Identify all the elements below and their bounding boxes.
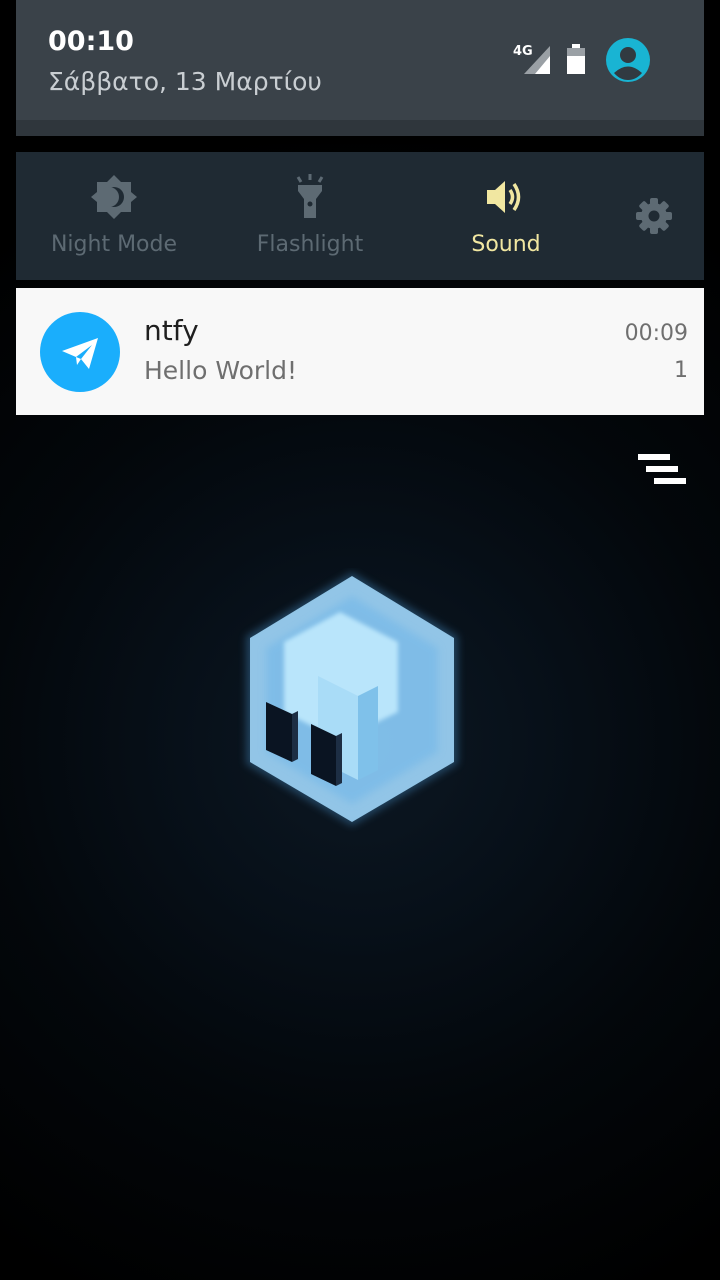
night-mode-icon — [91, 175, 137, 219]
notification-count: 1 — [674, 358, 688, 383]
telegram-send-icon — [40, 312, 120, 392]
clock-time: 00:10 — [48, 26, 134, 57]
battery-icon — [567, 44, 585, 74]
header-divider — [16, 120, 704, 136]
flashlight-icon — [296, 174, 324, 218]
tile-night-mode-label: Night Mode — [50, 232, 178, 257]
tile-sound-label: Sound — [471, 232, 541, 257]
quick-settings-panel: Night Mode Flashlight Sound — [16, 152, 704, 280]
gear-icon[interactable] — [634, 196, 674, 236]
tile-flashlight[interactable]: Flashlight — [212, 152, 408, 280]
notification-header: 00:10 Σάββατο, 13 Μαρτίου — [16, 0, 704, 136]
clock-date: Σάββατο, 13 Μαρτίου — [48, 67, 322, 96]
tile-flashlight-label: Flashlight — [256, 232, 364, 257]
user-avatar-icon[interactable] — [606, 38, 650, 82]
notification-app-name: ntfy — [144, 314, 199, 347]
notification-message: Hello World! — [144, 356, 297, 385]
notification-card[interactable]: ntfy Hello World! 00:09 1 — [16, 288, 704, 415]
clear-all-icon[interactable] — [636, 452, 690, 492]
wallpaper-cube-logo — [246, 572, 458, 826]
tile-night-mode[interactable]: Night Mode — [16, 152, 212, 280]
notification-time: 00:09 — [624, 321, 688, 346]
sound-icon — [487, 181, 521, 213]
tile-sound[interactable]: Sound — [408, 152, 604, 280]
signal-icon — [524, 46, 550, 74]
